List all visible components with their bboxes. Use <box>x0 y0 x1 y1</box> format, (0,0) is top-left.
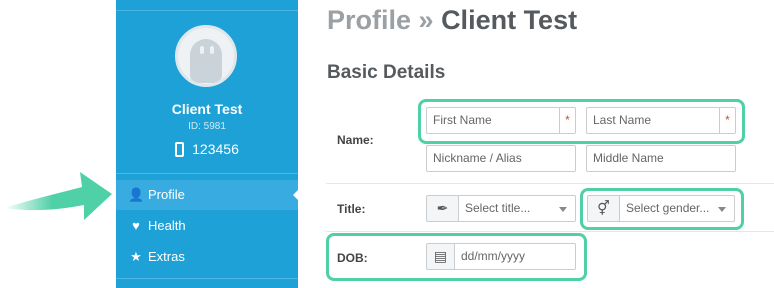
row-divider <box>326 183 774 184</box>
name-label: Name: <box>337 133 374 147</box>
client-name: Client Test <box>171 101 243 117</box>
sidebar-divider <box>116 278 298 279</box>
sidebar-divider <box>116 10 298 11</box>
gender-highlight <box>580 188 744 230</box>
sidebar: Client Test ID: 5981 123456 👤 Profile ♥ He… <box>116 0 298 288</box>
sidebar-item-label: Health <box>148 218 186 233</box>
star-icon: ★ <box>130 249 142 264</box>
phone-number: 123456 <box>192 141 239 157</box>
nickname-placeholder: Nickname / Alias <box>433 151 522 165</box>
page-title-client: Client Test <box>441 5 578 35</box>
breadcrumb-profile: Profile » <box>327 5 434 35</box>
name-highlight <box>418 99 745 144</box>
middle-name-placeholder: Middle Name <box>593 151 664 165</box>
title-select[interactable]: ✒ Select title... <box>426 195 576 222</box>
chevron-down-icon <box>559 207 567 212</box>
sidebar-item-label: Profile <box>148 187 185 202</box>
dob-highlight <box>326 233 587 281</box>
section-heading: Basic Details <box>327 62 446 83</box>
heart-icon: ♥ <box>132 218 140 233</box>
middle-name-field[interactable]: Middle Name <box>586 145 736 172</box>
client-id: ID: 5981 <box>188 121 226 132</box>
row-divider <box>326 231 774 232</box>
title-label: Title: <box>337 202 366 216</box>
user-icon: 👤 <box>128 187 145 202</box>
title-select-value: Select title... <box>465 201 531 215</box>
feather-icon: ✒ <box>427 196 459 221</box>
sidebar-item-label: Extras <box>148 249 185 264</box>
client-phone: 123456 <box>116 141 298 157</box>
sidebar-item-profile[interactable]: 👤 Profile <box>116 180 298 210</box>
page-title: Profile » Client Test <box>327 5 577 36</box>
nickname-field[interactable]: Nickname / Alias <box>426 145 576 172</box>
pointer-arrow <box>4 172 112 220</box>
active-caret <box>293 190 298 200</box>
sidebar-divider <box>116 173 298 174</box>
sidebar-item-health[interactable]: ♥ Health <box>116 211 298 241</box>
avatar <box>175 25 237 87</box>
phone-icon <box>175 142 185 157</box>
sidebar-item-extras[interactable]: ★ Extras <box>116 242 298 272</box>
